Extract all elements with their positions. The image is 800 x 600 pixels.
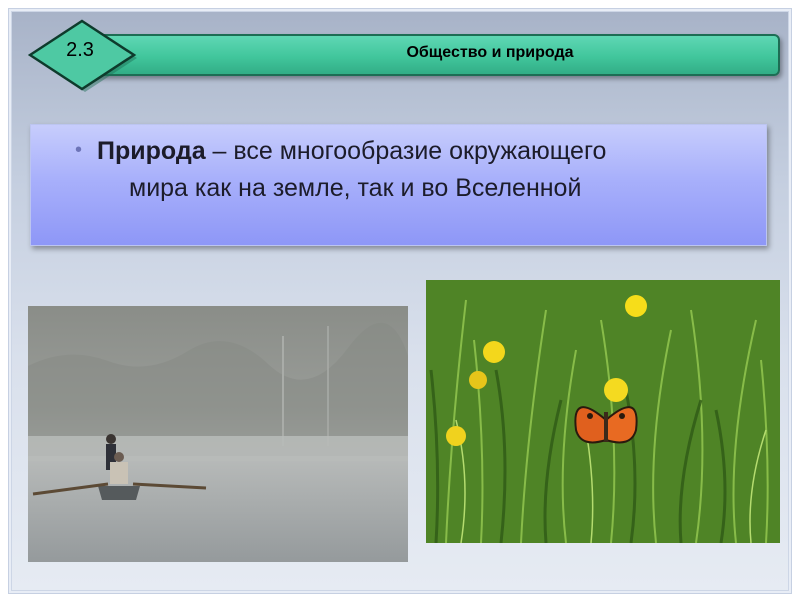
foggy-lake-boat-photo [28,306,408,562]
butterfly-meadow-photo [426,280,780,543]
slide-title: Общество и природа [406,44,574,61]
bullet-icon: • [75,139,83,161]
title-bar: Общество и природа [88,34,780,76]
definition-text: Природа – все многообразие окружающего м… [97,133,747,207]
definition-term: Природа [97,137,206,165]
definition-box: • Природа – все многообразие окружающего… [30,124,767,246]
definition-line1: – все многообразие окружающего [205,137,607,165]
definition-line2: мира как на земле, так и во Вселенной [129,174,582,202]
slide-number-badge: 2.3 [28,17,137,92]
slide-number: 2.3 [66,39,94,61]
